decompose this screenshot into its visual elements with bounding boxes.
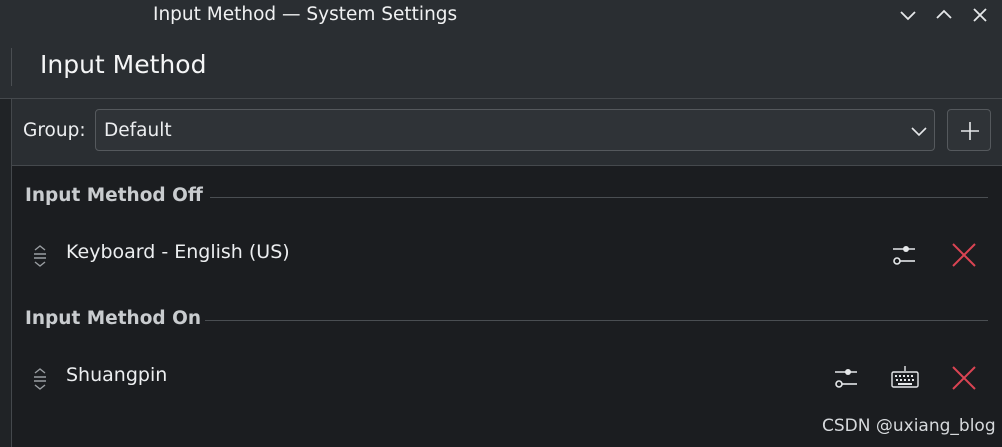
drag-handle-icon[interactable] xyxy=(32,243,48,269)
remove-icon xyxy=(952,243,976,267)
add-group-button[interactable] xyxy=(947,109,991,151)
plus-icon xyxy=(961,122,979,140)
remove-button[interactable] xyxy=(948,362,980,394)
section-title-off: Input Method Off xyxy=(25,185,203,206)
chevron-down-icon xyxy=(911,127,927,137)
keyboard-layout-button[interactable] xyxy=(889,362,921,394)
input-method-label: Keyboard - English (US) xyxy=(66,241,290,263)
configure-button[interactable] xyxy=(888,239,920,271)
remove-icon xyxy=(952,366,976,390)
configure-icon xyxy=(893,246,915,265)
window-titlebar: Input Method — System Settings xyxy=(0,0,1002,32)
configure-icon xyxy=(835,369,857,388)
list-item[interactable]: Shuangpin xyxy=(12,350,1002,406)
drag-handle-icon[interactable] xyxy=(32,366,48,392)
section-title-on: Input Method On xyxy=(25,308,202,329)
group-toolbar: Group: Default xyxy=(12,99,1002,166)
group-label: Group: xyxy=(23,120,86,141)
keyboard-icon xyxy=(891,366,919,388)
watermark: CSDN @uxiang_blog xyxy=(822,416,996,436)
page-header: Input Method xyxy=(0,32,1002,99)
maximize-button[interactable] xyxy=(933,4,955,26)
configure-button[interactable] xyxy=(830,362,862,394)
minimize-button[interactable] xyxy=(897,4,919,26)
close-icon xyxy=(973,8,987,22)
remove-button[interactable] xyxy=(948,239,980,271)
chevron-up-icon xyxy=(936,9,952,19)
section-divider xyxy=(210,197,988,198)
chevron-down-icon xyxy=(900,11,916,21)
input-method-label: Shuangpin xyxy=(66,364,168,386)
window-title: Input Method — System Settings xyxy=(153,4,458,25)
group-select[interactable]: Default xyxy=(95,109,935,151)
group-select-value: Default xyxy=(104,120,172,141)
input-method-list: Input Method Off Keyboard - English (US)… xyxy=(12,166,1002,447)
section-divider xyxy=(205,320,988,321)
close-window-button[interactable] xyxy=(969,4,991,26)
page-title: Input Method xyxy=(40,50,207,79)
list-item[interactable]: Keyboard - English (US) xyxy=(12,227,1002,283)
header-divider xyxy=(11,48,12,86)
